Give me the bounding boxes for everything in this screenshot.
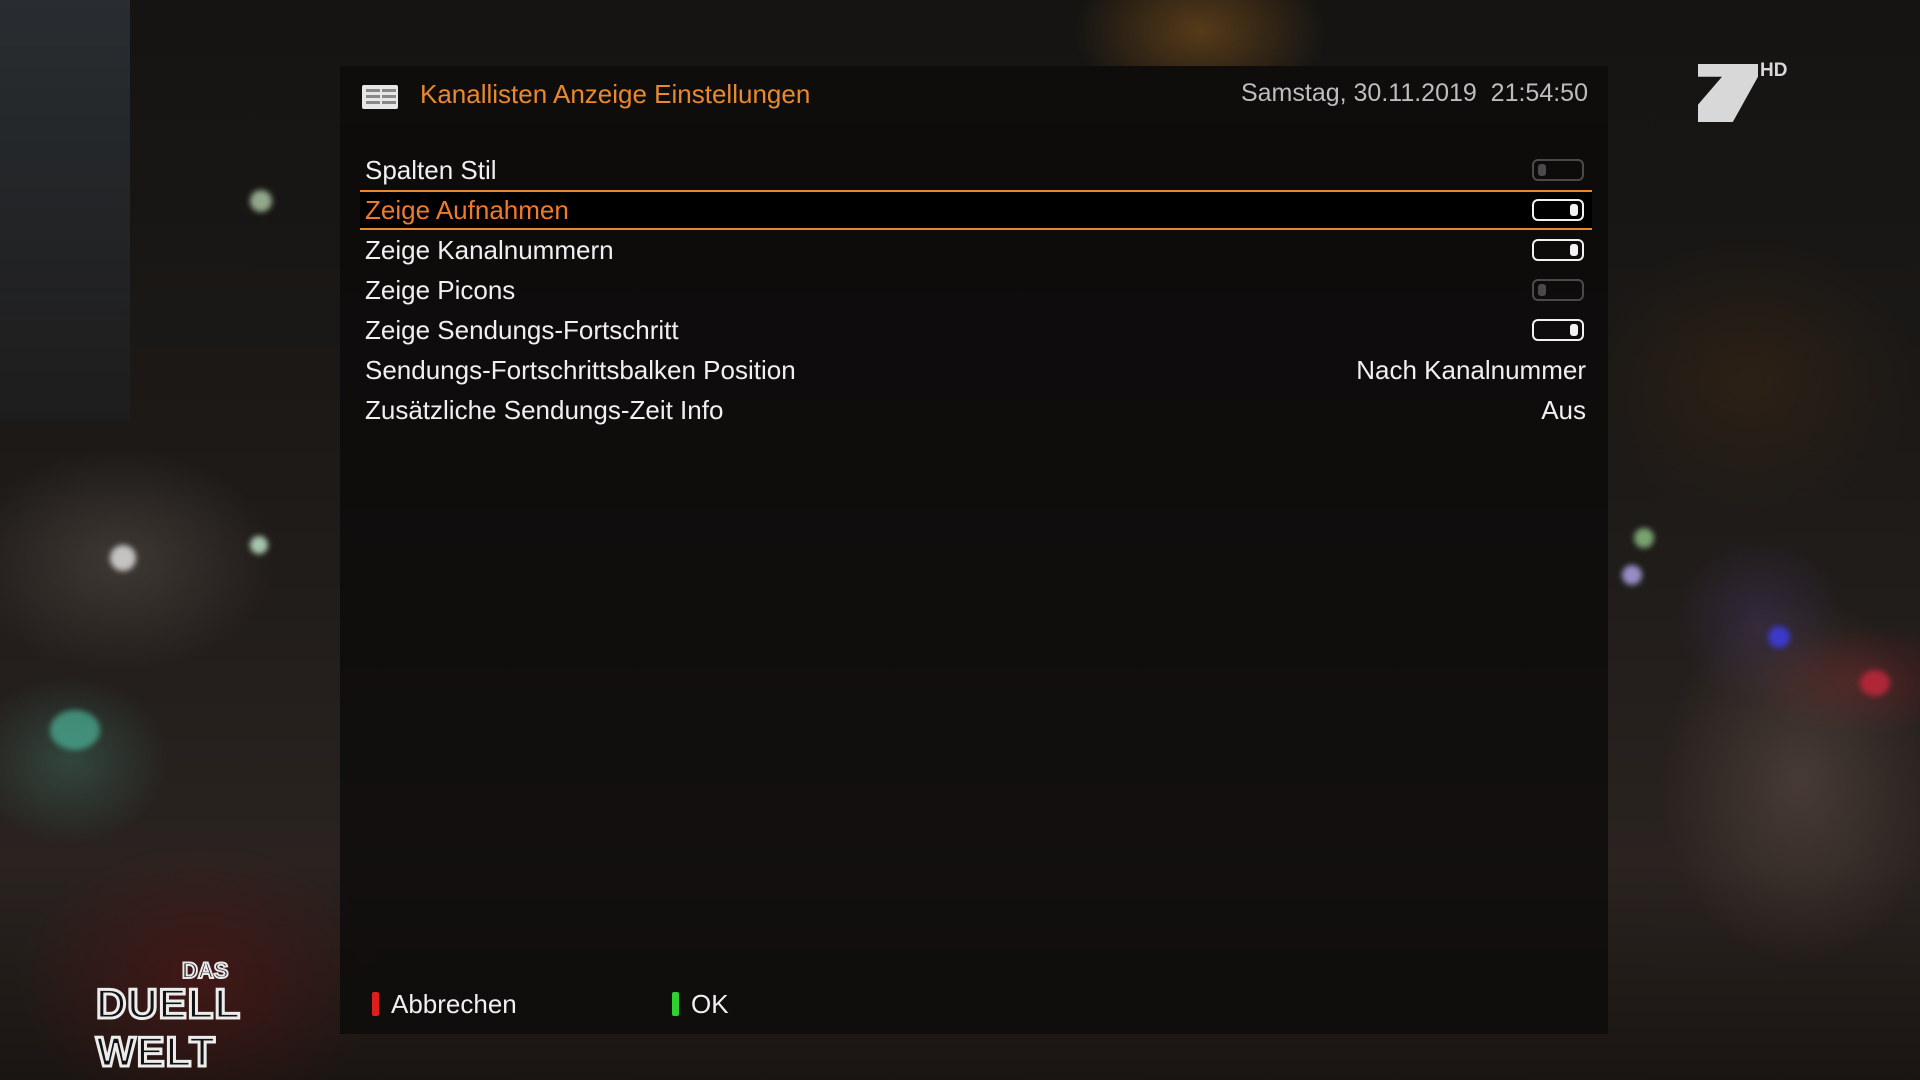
cancel-button[interactable]: Abbrechen — [372, 974, 517, 1034]
channel-logo-seven-icon — [1698, 64, 1758, 122]
setting-label: Spalten Stil — [365, 154, 497, 185]
setting-label: Zeige Kanalnummern — [365, 234, 614, 265]
toggle-switch[interactable] — [1532, 319, 1584, 341]
toggle-knob — [1538, 284, 1546, 296]
page-title: Kanallisten Anzeige Einstellungen — [420, 79, 811, 109]
setting-row[interactable]: Zeige Picons — [360, 270, 1592, 310]
toggle-switch[interactable] — [1532, 239, 1584, 261]
toggle-knob — [1538, 164, 1546, 176]
show-logo: DAS DUELL WELT — [95, 957, 336, 1077]
setting-value[interactable]: Nach Kanalnummer — [1356, 355, 1586, 386]
setting-row[interactable]: Zeige Kanalnummern — [360, 230, 1592, 270]
cancel-button-label: Abbrechen — [391, 988, 517, 1019]
background-light-dot — [1634, 528, 1654, 548]
setting-row[interactable]: Zusätzliche Sendungs-Zeit Info Aus — [360, 390, 1592, 430]
setting-row[interactable]: Sendungs-Fortschrittsbalken Position Nach… — [360, 350, 1592, 390]
datetime-display: Samstag, 30.11.2019 21:54:50 — [1240, 79, 1588, 107]
green-key-icon — [672, 992, 679, 1016]
background-light-dot — [1768, 626, 1790, 648]
ok-button-label: OK — [691, 988, 729, 1019]
setting-row[interactable]: Spalten Stil — [360, 150, 1592, 190]
red-key-icon — [372, 992, 379, 1016]
background-light-dot — [250, 536, 268, 554]
channel-logo: HD — [1698, 60, 1796, 122]
setting-label: Zeige Aufnahmen — [365, 194, 569, 225]
settings-panel: Kanallisten Anzeige Einstellungen Samsta… — [340, 66, 1608, 1034]
show-logo-main-text: DUELL WELT — [95, 979, 241, 1077]
ok-button[interactable]: OK — [672, 974, 729, 1034]
setting-label: Zeige Picons — [365, 274, 516, 305]
setting-label: Zeige Sendungs-Fortschritt — [365, 314, 679, 345]
background-light-dot — [50, 710, 100, 750]
toggle-switch[interactable] — [1532, 159, 1584, 181]
setting-row[interactable]: Zeige Sendungs-Fortschritt — [360, 310, 1592, 350]
setting-label: Sendungs-Fortschrittsbalken Position — [365, 354, 796, 385]
toggle-knob — [1570, 204, 1578, 216]
setting-value[interactable]: Aus — [1541, 395, 1586, 426]
setting-label: Zusätzliche Sendungs-Zeit Info — [365, 394, 724, 425]
background-light-beam — [0, 0, 130, 420]
background-light-dot — [1860, 670, 1890, 696]
panel-header: Kanallisten Anzeige Einstellungen Samsta… — [340, 66, 1608, 124]
settings-list: Spalten Stil Zeige Aufnahmen Zeige Kanalnu… — [360, 150, 1592, 430]
settings-list-icon — [362, 85, 398, 109]
background-light-dot — [1622, 565, 1642, 585]
toggle-switch[interactable] — [1532, 279, 1584, 301]
toggle-knob — [1570, 244, 1578, 256]
toggle-switch[interactable] — [1532, 199, 1584, 221]
toggle-knob — [1570, 324, 1578, 336]
button-bar: Abbrechen OK — [340, 974, 1608, 1034]
channel-logo-hd-label: HD — [1760, 60, 1788, 81]
background-light-dot — [110, 545, 136, 571]
setting-row[interactable]: Zeige Aufnahmen — [360, 190, 1592, 230]
background-light-dot — [250, 190, 272, 212]
